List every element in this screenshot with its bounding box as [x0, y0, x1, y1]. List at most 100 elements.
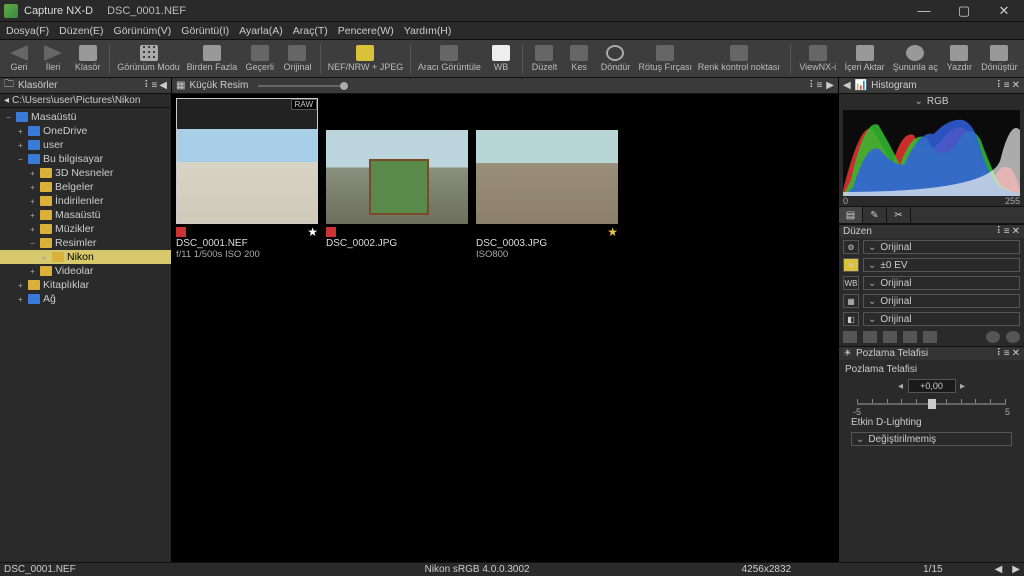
thumbnail-item[interactable]: RAW ★ DSC_0001.NEF f/11 1/500s ISO 200 — [176, 98, 318, 260]
adj-tool-icon[interactable] — [843, 331, 857, 343]
retouch-button[interactable]: Rötuş Fırçası — [637, 41, 694, 77]
thumbnail-image — [476, 130, 618, 224]
tree-libraries[interactable]: +Kitaplıklar — [0, 278, 171, 292]
minimize-button[interactable]: — — [904, 0, 944, 22]
histogram-axis-min: 0 — [843, 196, 848, 206]
panel-close-icon[interactable]: ✕ — [1012, 80, 1020, 91]
tree-nikon[interactable]: ▸Nikon — [0, 250, 171, 264]
panel-menu-icon[interactable]: ⠇≡ — [996, 80, 1009, 91]
exposure-slider[interactable]: -55 — [845, 395, 1018, 413]
tree-music[interactable]: +Müzikler — [0, 222, 171, 236]
panel-menu-icon[interactable]: ⠇≡ — [996, 226, 1009, 237]
panel-expand-icon[interactable]: ▶ — [826, 80, 834, 91]
tree-videos[interactable]: +Videolar — [0, 264, 171, 278]
chevron-down-icon: ⌄ — [868, 278, 876, 289]
tree-desktop2[interactable]: +Masaüstü — [0, 208, 171, 222]
tree-onedrive[interactable]: +OneDrive — [0, 124, 171, 138]
multi-button[interactable]: Birden Fazla — [185, 41, 239, 77]
folder-button[interactable]: Klasör — [72, 41, 103, 77]
adjust-value: Orijinal — [880, 314, 911, 325]
thumbnail-size-slider[interactable] — [258, 85, 348, 87]
tab-tools[interactable]: ✂ — [887, 207, 911, 223]
tab-list[interactable]: ▤ — [839, 207, 863, 223]
adj-tool-icon[interactable] — [903, 331, 917, 343]
undo-icon[interactable] — [986, 331, 1000, 343]
adjust-row-exposure[interactable]: ☀⌄±0 EV — [843, 256, 1020, 274]
panel-menu-icon[interactable]: ⠇≡ — [996, 348, 1009, 359]
tree-downloads[interactable]: +İndirilenler — [0, 194, 171, 208]
print-button[interactable]: Yazdır — [944, 41, 975, 77]
thumbnail-panel-title: Küçük Resim — [189, 80, 248, 91]
menu-tool[interactable]: Araç(T) — [293, 25, 328, 37]
next-button[interactable]: ▶ — [1012, 564, 1020, 575]
tree-desktop[interactable]: −Masaüstü — [0, 110, 171, 124]
adj-tool-icon[interactable] — [883, 331, 897, 343]
colorctl-button[interactable]: Renk kontrol noktası — [698, 41, 781, 77]
raw-badge: RAW — [291, 99, 317, 110]
rotate-button[interactable]: Döndür — [598, 41, 633, 77]
star-icon[interactable]: ★ — [607, 225, 618, 239]
menu-window[interactable]: Pencere(W) — [338, 25, 394, 37]
histogram-channel-select[interactable]: ⌄RGB — [839, 94, 1024, 108]
adj-tool-icon[interactable] — [923, 331, 937, 343]
panel-collapse-icon[interactable]: ◀ — [159, 80, 167, 91]
menu-view[interactable]: Görünüm(V) — [114, 25, 172, 37]
menu-help[interactable]: Yardım(H) — [404, 25, 452, 37]
tree-pictures[interactable]: −Resimler — [0, 236, 171, 250]
viewnxi-button[interactable]: ViewNX-i — [797, 41, 838, 77]
folder-panel-header: 🗀 Klasörler ⠇≡◀ — [0, 78, 171, 94]
grid-view-icon[interactable]: ▦ — [176, 80, 185, 91]
tool-display-button[interactable]: Aracı Görüntüle — [417, 41, 482, 77]
thumbnail-item[interactable]: DSC_0002.JPG — [326, 98, 468, 249]
adjust-row-tone[interactable]: ◧⌄Orijinal — [843, 310, 1020, 328]
nefjpeg-button[interactable]: NEF/NRW + JPEG — [327, 41, 404, 77]
thumbnail-info: ISO800 — [476, 249, 618, 260]
panel-close-icon[interactable]: ✕ — [1012, 226, 1020, 237]
menu-file[interactable]: Dosya(F) — [6, 25, 49, 37]
exposure-value[interactable]: +0,00 — [908, 379, 956, 393]
prev-button[interactable]: ◀ — [995, 564, 1003, 575]
tree-thispc[interactable]: −Bu bilgisayar — [0, 152, 171, 166]
maximize-button[interactable]: ▢ — [944, 0, 984, 22]
exposure-increase[interactable]: ▸ — [958, 381, 968, 392]
adj-tool-icon[interactable] — [863, 331, 877, 343]
menu-adjust[interactable]: Ayarla(A) — [239, 25, 283, 37]
wb-button[interactable]: WB — [486, 41, 516, 77]
forward-button[interactable]: İleri — [38, 41, 68, 77]
adjust-row-general[interactable]: ⚙⌄Orijinal — [843, 238, 1020, 256]
redo-icon[interactable] — [1006, 331, 1020, 343]
breadcrumb[interactable]: ◂ C:\Users\user\Pictures\Nikon — [0, 94, 171, 108]
histogram-channel-label: RGB — [927, 96, 949, 107]
openwith-button[interactable]: Şununla aç — [891, 41, 940, 77]
current-button[interactable]: Geçerli — [243, 41, 277, 77]
panel-menu-icon[interactable]: ⠇≡ — [144, 80, 157, 91]
tree-user[interactable]: +user — [0, 138, 171, 152]
panel-collapse-icon[interactable]: ◀ — [843, 80, 851, 91]
dlighting-dropdown[interactable]: ⌄Değiştirilmemiş — [851, 432, 1012, 446]
menu-edit[interactable]: Düzen(E) — [59, 25, 103, 37]
export-button[interactable]: İçeri Aktar — [842, 41, 886, 77]
back-button[interactable]: Geri — [4, 41, 34, 77]
crop-button[interactable]: Kes — [564, 41, 594, 77]
adjust-row-wb[interactable]: WB⌄Orijinal — [843, 274, 1020, 292]
exposure-section-icon: ☀ — [843, 348, 852, 359]
adjust-row-picture[interactable]: ▦⌄Orijinal — [843, 292, 1020, 310]
close-button[interactable]: ✕ — [984, 0, 1024, 22]
histogram-panel-header: ◀ 📊 Histogram ⠇≡✕ — [839, 78, 1024, 94]
panel-close-icon[interactable]: ✕ — [1012, 348, 1020, 359]
menu-image[interactable]: Görüntü(I) — [181, 25, 229, 37]
panel-menu-icon[interactable]: ⠇≡ — [809, 80, 822, 91]
original-button[interactable]: Orijinal — [281, 41, 314, 77]
thumbnail-filename: DSC_0003.JPG — [476, 238, 618, 249]
star-icon[interactable]: ★ — [307, 225, 318, 239]
tab-edit[interactable]: ✎ — [863, 207, 887, 223]
viewmode-button[interactable]: Görünüm Modu — [116, 41, 181, 77]
tree-network[interactable]: +Ağ — [0, 292, 171, 306]
exposure-decrease[interactable]: ◂ — [896, 381, 906, 392]
tree-documents[interactable]: +Belgeler — [0, 180, 171, 194]
convert-button[interactable]: Dönüştür — [979, 41, 1020, 77]
tree-3dobjects[interactable]: +3D Nesneler — [0, 166, 171, 180]
straighten-button[interactable]: Düzelt — [529, 41, 560, 77]
menubar: Dosya(F) Düzen(E) Görünüm(V) Görüntü(I) … — [0, 22, 1024, 40]
thumbnail-item[interactable]: ★ DSC_0003.JPG ISO800 — [476, 98, 618, 260]
